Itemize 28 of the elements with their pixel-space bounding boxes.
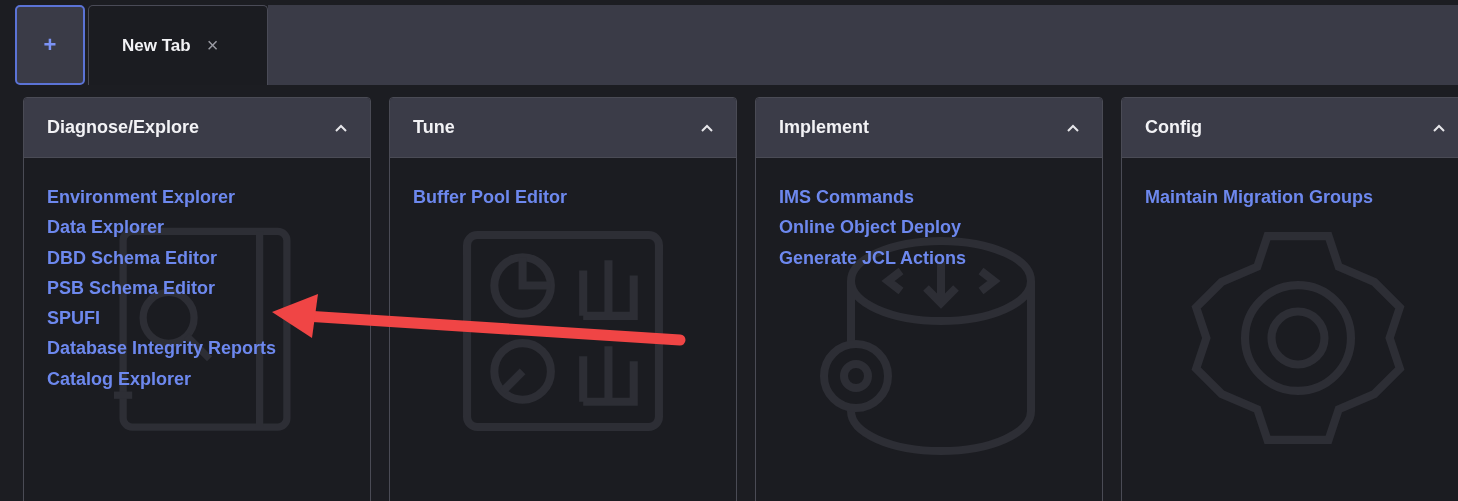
tool-link[interactable]: Data Explorer [47,212,165,243]
dashboard-icon [462,230,664,432]
tool-link[interactable]: Generate JCL Actions [779,242,967,273]
panel-header[interactable]: Implement [756,98,1102,158]
chevron-icon[interactable] [1066,122,1080,133]
panel-header[interactable]: Diagnose/Explore [24,98,370,158]
panel-header[interactable]: Config [1122,98,1458,158]
chevron-icon[interactable] [1432,122,1446,133]
tool-link[interactable]: IMS Commands [779,182,915,213]
tool-link[interactable]: DBD Schema Editor [47,242,218,273]
tool-link[interactable]: Database Integrity Reports [47,333,277,364]
new-tab-button[interactable]: + [15,5,85,85]
chevron-icon[interactable] [700,122,714,133]
panel-title: Implement [779,117,870,138]
tab[interactable]: New Tab × [88,5,268,85]
tool-link[interactable]: PSB Schema Editor [47,272,216,304]
panel-title: Tune [413,117,455,138]
panel-title: Diagnose/Explore [47,117,200,138]
tool-link[interactable]: Online Object Deploy [779,212,962,243]
close-icon[interactable]: × [206,34,219,57]
tool-link[interactable]: Buffer Pool Editor [413,182,567,213]
chevron-icon[interactable] [334,122,348,133]
tool-link[interactable]: Environment Explorer [47,182,236,213]
panel-header[interactable]: Tune [390,98,736,158]
tool-link[interactable]: Maintain Migration Groups [1145,182,1373,213]
tool-link[interactable]: Catalog Explorer [47,363,192,395]
panel-title: Config [1145,117,1202,138]
tool-link[interactable]: SPUFI [47,303,100,334]
